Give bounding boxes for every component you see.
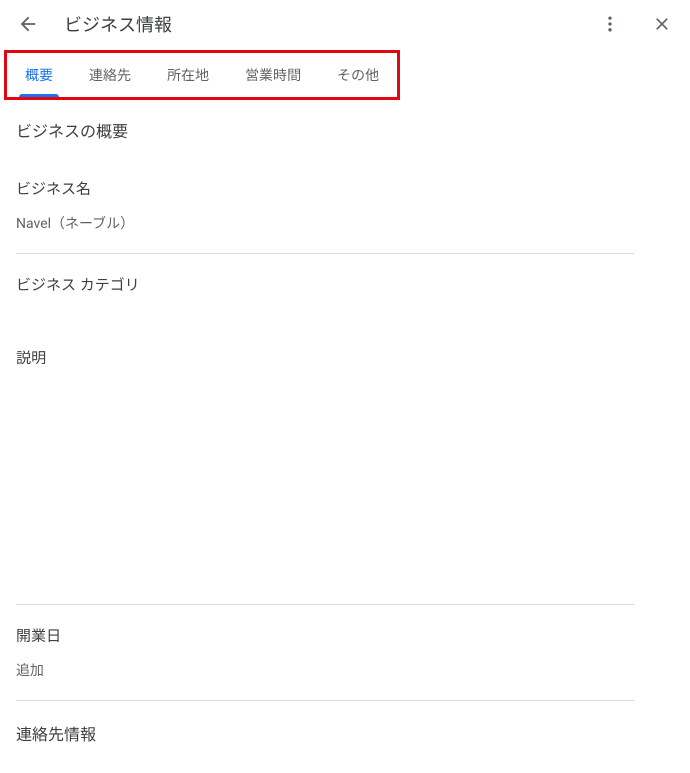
divider (16, 604, 634, 605)
back-button[interactable] (16, 12, 40, 36)
description-label: 説明 (16, 347, 634, 368)
tab-label: 概要 (25, 65, 53, 85)
more-button[interactable] (598, 12, 622, 36)
dialog-title: ビジネス情報 (64, 11, 172, 37)
section-overview-heading: ビジネスの概要 (16, 118, 634, 142)
tab-overview[interactable]: 概要 (7, 53, 71, 97)
opening-date-label: 開業日 (16, 625, 634, 646)
tab-label: 所在地 (167, 65, 209, 85)
business-name-value: Navel（ネーブル） (16, 213, 634, 233)
tab-label: 連絡先 (89, 65, 131, 85)
business-name-label: ビジネス名 (16, 178, 634, 199)
field-business-category[interactable]: ビジネス カテゴリ (16, 274, 634, 295)
field-business-name[interactable]: ビジネス名 Navel（ネーブル） (16, 178, 634, 233)
tab-hours[interactable]: 営業時間 (227, 53, 319, 97)
tab-location[interactable]: 所在地 (149, 53, 227, 97)
tab-label: その他 (337, 65, 379, 85)
divider (16, 253, 634, 254)
tabs-highlight-box: 概要 連絡先 所在地 営業時間 その他 (4, 50, 400, 100)
content-scroll-area[interactable]: ビジネスの概要 ビジネス名 Navel（ネーブル） ビジネス カテゴリ 説明 開… (0, 98, 690, 773)
close-button[interactable] (650, 12, 674, 36)
divider (16, 700, 634, 701)
field-opening-date[interactable]: 開業日 追加 (16, 625, 634, 680)
tab-label: 営業時間 (245, 65, 301, 85)
tab-other[interactable]: その他 (319, 53, 397, 97)
section-contact-heading: 連絡先情報 (16, 721, 634, 745)
close-icon (652, 14, 672, 34)
tabs: 概要 連絡先 所在地 営業時間 その他 (7, 53, 397, 97)
dialog-header: ビジネス情報 (0, 0, 690, 48)
more-vert-icon (600, 14, 620, 34)
tab-contact[interactable]: 連絡先 (71, 53, 149, 97)
arrow-back-icon (17, 13, 39, 35)
opening-date-value: 追加 (16, 660, 634, 680)
field-description[interactable]: 説明 (16, 347, 634, 368)
business-category-label: ビジネス カテゴリ (16, 274, 634, 295)
